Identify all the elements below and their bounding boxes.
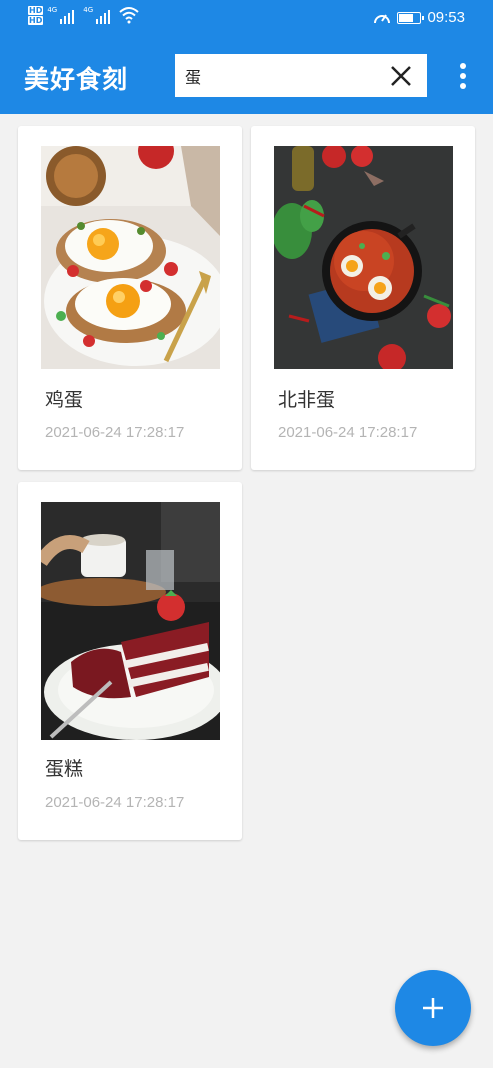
- battery-level: [399, 13, 413, 22]
- recipe-card[interactable]: 北非蛋 2021-06-24 17:28:17: [251, 126, 475, 470]
- status-bar: HD HD 4G 4G 09:53: [0, 0, 493, 38]
- recipe-photo-red-velvet-cake: [41, 502, 220, 740]
- add-recipe-button[interactable]: [395, 970, 471, 1046]
- app-title: 美好食刻: [24, 65, 129, 94]
- app-bar: HD HD 4G 4G 09:53 美好食刻 蛋: [0, 0, 493, 114]
- recipe-date: 2021-06-24 17:28:17: [45, 424, 185, 441]
- status-right: 09:53: [373, 9, 465, 26]
- signal-label: 4G: [47, 6, 58, 14]
- signal-icon: [96, 6, 116, 24]
- search-box[interactable]: [175, 54, 427, 97]
- wifi-icon: [119, 7, 139, 24]
- status-left: HD HD 4G 4G: [28, 6, 139, 25]
- plus-icon: [423, 998, 443, 1018]
- recipe-photo-fried-egg-toast: [41, 146, 220, 369]
- recipe-card[interactable]: 鸡蛋 2021-06-24 17:28:17: [18, 126, 242, 470]
- signal-group: 4G 4G: [47, 6, 139, 24]
- signal-icon: [60, 6, 80, 24]
- battery-icon: [397, 11, 425, 24]
- hd-badge: HD: [28, 16, 44, 25]
- more-vert-icon[interactable]: [455, 62, 471, 90]
- signal-label: 4G: [83, 6, 94, 14]
- recipe-date: 2021-06-24 17:28:17: [45, 794, 185, 811]
- recipe-date: 2021-06-24 17:28:17: [278, 424, 418, 441]
- close-icon[interactable]: [389, 64, 413, 88]
- hd-badges: HD HD: [28, 6, 44, 25]
- recipe-name: 鸡蛋: [45, 389, 84, 411]
- recipe-card[interactable]: 蛋糕 2021-06-24 17:28:17: [18, 482, 242, 840]
- recipe-name: 北非蛋: [278, 389, 336, 411]
- recipe-name: 蛋糕: [45, 758, 84, 780]
- status-time: 09:53: [427, 9, 465, 26]
- search-input[interactable]: [185, 65, 375, 87]
- recipe-photo-shakshuka: [274, 146, 453, 369]
- hd-badge: HD: [28, 6, 44, 15]
- speed-icon: [374, 13, 391, 23]
